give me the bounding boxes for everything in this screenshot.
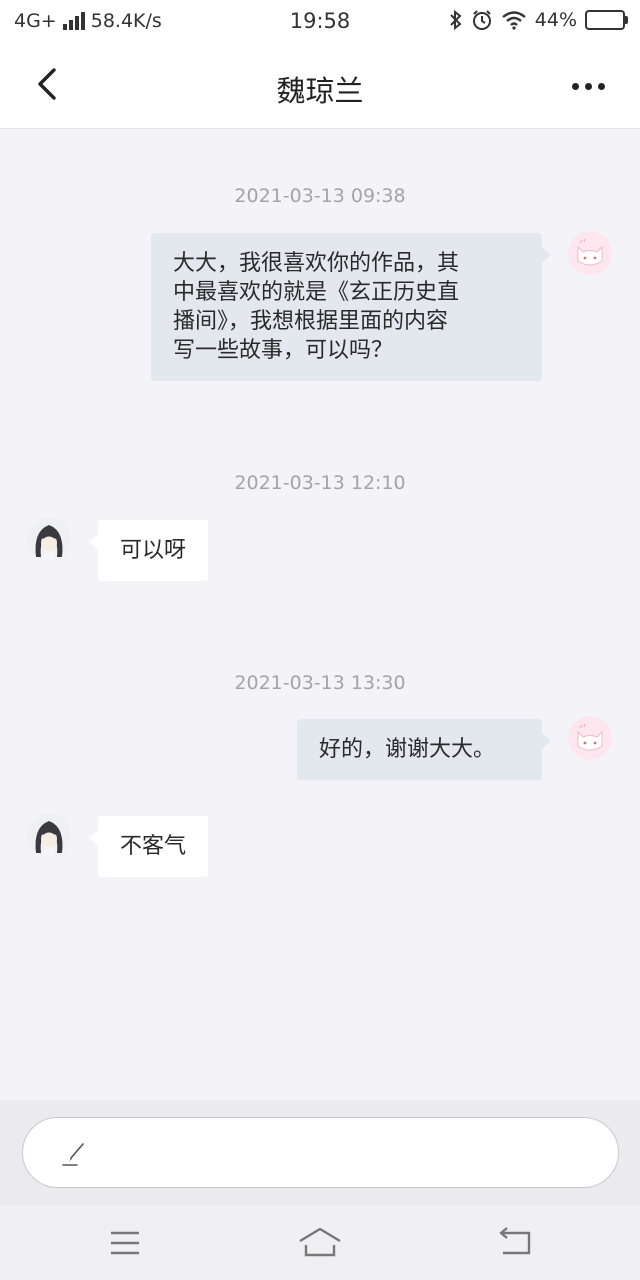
bluetooth-icon (450, 9, 462, 31)
status-bar: 4G+ 58.4K/s 19:58 44% (0, 0, 640, 44)
nav-bar: 魏琼兰 (0, 44, 640, 129)
my-avatar[interactable] (568, 716, 612, 760)
message-line: 写一些故事，可以吗？ (173, 338, 394, 363)
more-dot (584, 82, 592, 90)
wifi-icon (502, 11, 526, 30)
message-line: 播间》，我想根据里面的内容 (173, 309, 449, 334)
alarm-icon (472, 10, 491, 30)
anime-avatar-icon (27, 517, 71, 561)
contact-avatar[interactable] (27, 813, 71, 857)
page-title: 魏琼兰 (276, 74, 364, 108)
home-button[interactable] (296, 1225, 344, 1261)
timestamp: 2021-03-13 12:10 (234, 472, 406, 494)
chevron-left-icon (38, 68, 56, 100)
more-button[interactable] (568, 74, 608, 98)
home-icon (299, 1227, 341, 1257)
message-bubble-sent[interactable]: 大大，我很喜欢你的作品，其 中最喜欢的就是《玄正历史直 播间》，我想根据里面的内… (151, 233, 551, 381)
message-text: 可以呀 (120, 538, 187, 563)
input-area (0, 1100, 640, 1205)
return-icon (499, 1227, 531, 1255)
my-avatar[interactable] (568, 231, 612, 275)
message-line: 大大，我很喜欢你的作品，其 (173, 251, 460, 276)
battery-percent: 44% (534, 9, 577, 31)
cat-avatar-icon (568, 231, 612, 275)
message-text: 不客气 (120, 834, 187, 859)
timestamp: 2021-03-13 09:38 (234, 185, 406, 207)
contact-avatar[interactable] (27, 517, 71, 561)
message-text: 好的，谢谢大大。 (319, 737, 496, 762)
menu-button[interactable] (101, 1225, 149, 1261)
more-dot (597, 82, 605, 90)
pen-icon (62, 1143, 84, 1166)
message-bubble-sent[interactable]: 好的，谢谢大大。 (297, 719, 551, 780)
message-input[interactable] (22, 1117, 619, 1188)
back-button[interactable] (28, 64, 68, 104)
chat-area[interactable]: 2021-03-13 09:38 大大，我很喜欢你的作品，其 中最喜欢的就是《玄… (0, 129, 640, 1100)
status-right: 44% (449, 9, 628, 31)
battery-icon (585, 10, 628, 30)
message-bubble-received[interactable]: 不客气 (88, 816, 209, 877)
message-line: 中最喜欢的就是《玄正历史直 (173, 280, 460, 305)
back-nav-button[interactable] (491, 1225, 539, 1261)
cat-avatar-icon (568, 716, 612, 760)
timestamp: 2021-03-13 13:30 (234, 672, 406, 694)
system-nav-bar (0, 1205, 640, 1280)
more-dot (571, 82, 579, 90)
anime-avatar-icon (27, 813, 71, 857)
message-bubble-received[interactable]: 可以呀 (88, 520, 209, 581)
menu-icon (111, 1231, 139, 1255)
